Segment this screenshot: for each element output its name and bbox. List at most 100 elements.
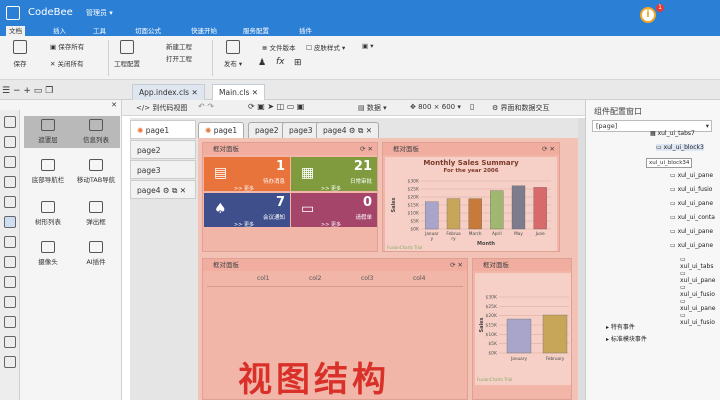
- menu-icon[interactable]: ☰: [2, 86, 10, 96]
- chart-icon[interactable]: [4, 236, 16, 248]
- menu-tools[interactable]: 工具: [90, 26, 109, 36]
- code-view-button[interactable]: </> 到代码视图: [136, 103, 187, 113]
- publish-button[interactable]: 发布 ▾: [218, 40, 248, 68]
- toolbar-icons[interactable]: ⟳ ▣ ➤ ◫ ▭ ▣: [248, 102, 304, 111]
- more-options-button[interactable]: ▣ ▾: [362, 42, 373, 50]
- tree-item[interactable]: ▭ xul_ui_pane: [680, 270, 720, 284]
- panel-header: 框对面板 ⟳ ✕: [383, 143, 559, 155]
- refresh-close-icons[interactable]: ⟳ ✕: [360, 143, 373, 155]
- function-icon[interactable]: fx: [276, 57, 285, 67]
- close-all-button[interactable]: ✕ 关闭所有: [50, 58, 84, 68]
- mobile-icon[interactable]: [4, 216, 16, 228]
- user-menu[interactable]: 管理员 ▾: [86, 8, 113, 18]
- link-icon[interactable]: [4, 256, 16, 268]
- page-tab-2[interactable]: page2: [248, 122, 286, 138]
- tree-item-selected[interactable]: ▭ xul_ui_block3: [656, 144, 704, 151]
- copy-icon[interactable]: ❐: [45, 86, 53, 96]
- save-all-button[interactable]: ▣ 保存所有: [50, 41, 84, 51]
- page-tab-3[interactable]: page3: [282, 122, 320, 138]
- refresh-close-icons[interactable]: ⟳ ✕: [450, 259, 463, 271]
- page-tab-4[interactable]: page4 ⚙ ⧉ ✕: [316, 122, 380, 138]
- column-header[interactable]: col1: [257, 275, 269, 282]
- tree-item[interactable]: ▭ xul_ui_fusio: [670, 186, 712, 193]
- menu-insert[interactable]: 插入: [50, 26, 69, 36]
- page-list-item[interactable]: page4 ⚙ ⧉ ✕: [130, 180, 196, 199]
- tile-leave[interactable]: ▭ 0 请假单 >> 更多: [291, 193, 377, 228]
- tree-item[interactable]: ▭ xul_ui_tabs: [680, 256, 720, 270]
- plus-icon[interactable]: +: [23, 86, 31, 96]
- tree-item[interactable]: ▭ xul_ui_fusio: [680, 312, 720, 326]
- close-panel-icon[interactable]: ✕: [111, 101, 117, 109]
- column-header[interactable]: col4: [413, 275, 425, 282]
- settings-icon[interactable]: [4, 316, 16, 328]
- list-icon[interactable]: [4, 196, 16, 208]
- undo-icon[interactable]: ↶ ↷: [198, 102, 214, 111]
- bar-chart-2: $0K $5K $10K $15K $20K $25K $30K Sales January Fe…: [479, 295, 569, 361]
- tree-item[interactable]: ▭ xul_ui_pane: [670, 200, 713, 207]
- menu-document[interactable]: 文档: [6, 26, 25, 36]
- component-mobile-tab[interactable]: 移动TAB导航: [72, 156, 120, 188]
- info-icon[interactable]: i: [640, 7, 656, 23]
- page-list-item[interactable]: ✺ page1: [130, 120, 196, 139]
- tree-item[interactable]: ▭ xul_ui_conta: [670, 214, 715, 221]
- page-tab-1[interactable]: ✺ page1: [198, 122, 245, 138]
- menu-quickstart[interactable]: 快速开始: [188, 26, 220, 36]
- tree-item[interactable]: ▭ xul_ui_pane: [670, 172, 713, 179]
- skin-style-button[interactable]: ☐ 皮肤样式 ▾: [306, 42, 345, 52]
- component-tree-list[interactable]: 树形列表: [24, 198, 72, 230]
- tab-app-index[interactable]: App.index.cls ✕: [132, 84, 205, 100]
- tree-item[interactable]: ▭ xul_ui_pane: [670, 228, 713, 235]
- form-icon[interactable]: [4, 156, 16, 168]
- component-ai-plugin[interactable]: AI插件: [72, 238, 120, 270]
- plugin-icon[interactable]: [4, 296, 16, 308]
- vertical-scrollbar[interactable]: [578, 118, 585, 400]
- column-header[interactable]: col3: [361, 275, 373, 282]
- gear-icon: ✺: [205, 126, 212, 135]
- y-tick-label: $5K: [410, 219, 420, 225]
- table-header: col1 col2 col3 col4: [207, 275, 463, 287]
- shield-icon[interactable]: [4, 276, 16, 288]
- component-mask[interactable]: 遮罩层: [24, 116, 72, 148]
- save-button[interactable]: 保存: [6, 40, 34, 68]
- grid-icon[interactable]: [4, 176, 16, 188]
- event-item[interactable]: ▸ 标准模块事件: [606, 334, 647, 343]
- interface-data-button[interactable]: ⚙ 界面和数据交互: [492, 103, 550, 113]
- project-config-button[interactable]: 工程配置: [112, 40, 142, 68]
- menu-formula[interactable]: 切面公式: [132, 26, 164, 36]
- tree-item[interactable]: ▦ xul_ui_tabs7: [650, 130, 695, 137]
- event-item[interactable]: ▸ 特有事件: [606, 322, 635, 331]
- menu-plugins[interactable]: 插件: [296, 26, 315, 36]
- layout-icon[interactable]: [4, 136, 16, 148]
- tree-item[interactable]: ▭ xul_ui_pane: [680, 298, 720, 312]
- tile-approval[interactable]: ▦ 21 日常审批 >> 更多: [291, 157, 377, 192]
- tab-main[interactable]: Main.cls ✕: [212, 84, 266, 100]
- page-list-item[interactable]: page2: [130, 140, 196, 159]
- component-info-list[interactable]: 信息列表: [72, 116, 120, 148]
- new-project-button[interactable]: 新建工程: [166, 41, 192, 51]
- refresh-close-icons[interactable]: ⟳ ✕: [542, 143, 555, 155]
- column-header[interactable]: col2: [309, 275, 321, 282]
- minus-icon[interactable]: −: [13, 86, 21, 96]
- bar: [511, 185, 526, 230]
- component-popup[interactable]: 弹出框: [72, 198, 120, 230]
- mobile-preview-icon[interactable]: ▯: [470, 102, 474, 111]
- folder-icon[interactable]: ▭: [34, 86, 43, 96]
- tile-meeting[interactable]: ♠ 7 会议通知 >> 更多: [204, 193, 290, 228]
- data-dropdown[interactable]: ▤ 数据 ▾: [358, 103, 387, 113]
- component-camera[interactable]: 摄像头: [24, 238, 72, 270]
- component-bottom-nav[interactable]: 底部导航栏: [24, 156, 72, 188]
- tree-item[interactable]: ▭ xul_ui_pane: [670, 242, 713, 249]
- page-list-item[interactable]: page3: [130, 160, 196, 179]
- config-panel-title: 组件配置窗口: [594, 107, 642, 116]
- code-icon[interactable]: [4, 356, 16, 368]
- menu-service-config[interactable]: 服务配置: [240, 26, 272, 36]
- tree-icon[interactable]: ⊞: [294, 58, 302, 68]
- file-version-button[interactable]: ≣ 文件版本: [262, 42, 296, 52]
- function-icon[interactable]: [4, 336, 16, 348]
- resolution-select[interactable]: ✥ 800 × 600 ▾: [410, 103, 461, 111]
- tile-todo[interactable]: ▤ 1 待办消息 >> 更多: [204, 157, 290, 192]
- page-icon[interactable]: [4, 116, 16, 128]
- user-icon[interactable]: ♟: [258, 58, 266, 68]
- tree-item[interactable]: ▭ xul_ui_fusio: [680, 284, 720, 298]
- open-project-button[interactable]: 打开工程: [166, 53, 192, 63]
